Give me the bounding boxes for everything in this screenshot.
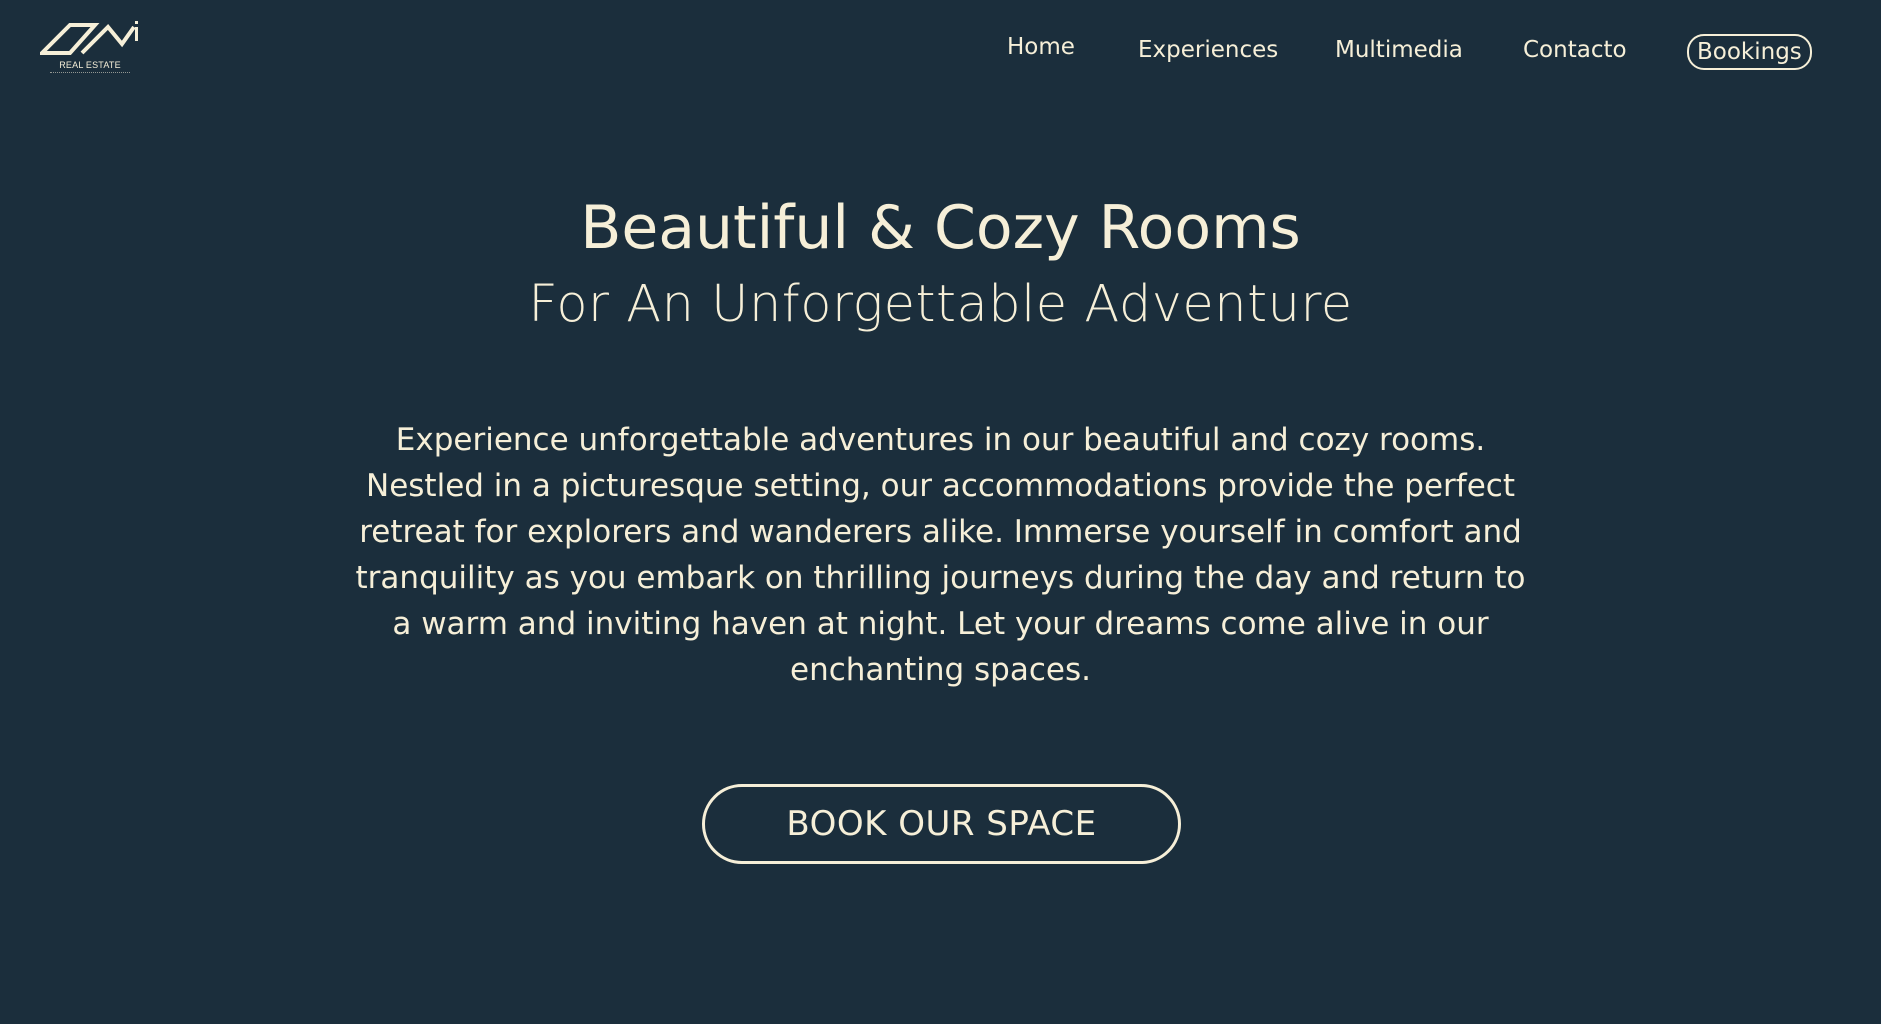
book-our-space-button[interactable]: BOOK OUR SPACE [702,784,1181,864]
main-nav: Home Experiences Multimedia Contacto Boo… [0,30,1881,72]
hero-subtitle: For An Unforgettable Adventure [528,275,1353,334]
nav-multimedia-link[interactable]: Multimedia [1335,35,1463,65]
logo-tagline-line [50,72,130,75]
site-header: REAL ESTATE Home Experiences Multimedia … [0,0,1881,100]
nav-experiences-link[interactable]: Experiences [1138,35,1278,65]
nav-bookings-button[interactable]: Bookings [1687,34,1812,70]
nav-home-link[interactable]: Home [1007,32,1075,62]
hero-description: Experience unforgettable adventures in o… [355,422,1526,688]
nav-contacto-link[interactable]: Contacto [1523,35,1627,65]
hero-title: Beautiful & Cozy Rooms [580,193,1301,263]
